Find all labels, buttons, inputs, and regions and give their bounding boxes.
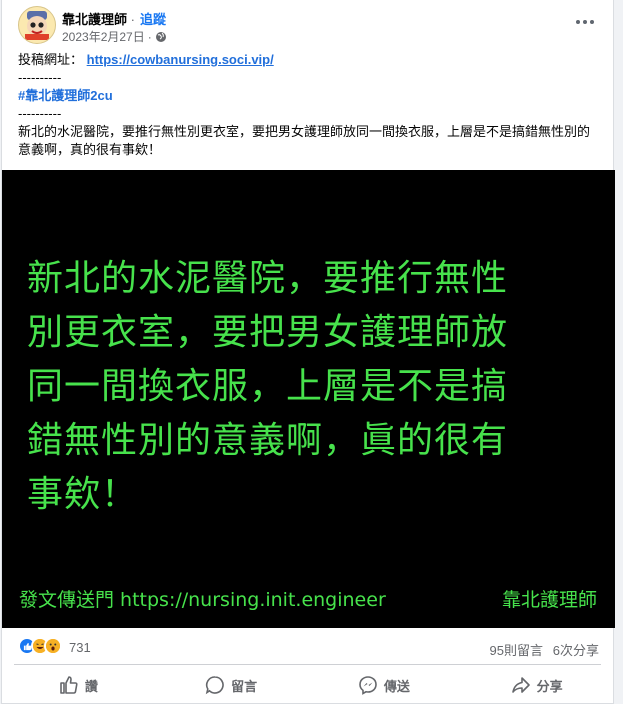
separator-dot: ·	[130, 12, 135, 27]
image-text-line: 錯無性別的意義啊，眞的很有	[27, 420, 509, 461]
send-label: 傳送	[383, 678, 410, 694]
more-dot-icon	[583, 20, 587, 24]
image-text-line: 事欸！	[27, 474, 139, 515]
post-meta: 2023年2月27日 ·	[62, 28, 167, 45]
send-button[interactable]: 傳送	[308, 666, 461, 704]
like-button[interactable]: 讚	[2, 666, 155, 704]
hashtag-link[interactable]: #靠北護理師2cu	[18, 87, 598, 105]
more-dot-icon	[576, 20, 580, 24]
follow-button[interactable]: 追蹤	[140, 9, 166, 28]
more-dot-icon	[590, 20, 594, 24]
share-label: 分享	[536, 678, 563, 694]
image-text: 新北的水泥醫院，要推行無性 別更衣室，要把男女護理師放 同一間換衣服，上層是不是…	[27, 252, 567, 522]
messenger-icon	[359, 676, 377, 695]
reaction-icons[interactable]	[18, 637, 62, 655]
post-card: 靠北護理師 · 追蹤 2023年2月27日 · 投稿網址： https://co…	[1, 0, 615, 704]
post-date[interactable]: 2023年2月27日	[62, 28, 145, 45]
share-count[interactable]: 6次分享	[553, 640, 599, 659]
image-footer-brand: 靠北護理師	[501, 589, 597, 611]
share-arrow-icon	[511, 677, 530, 693]
post-header: 靠北護理師 · 追蹤 2023年2月27日 ·	[2, 0, 613, 50]
actions-divider	[14, 664, 601, 665]
globe-icon	[155, 31, 166, 42]
page-avatar[interactable]	[18, 6, 56, 44]
like-label: 讚	[84, 678, 98, 694]
comment-icon	[205, 676, 224, 695]
image-text-line: 別更衣室，要把男女護理師放	[27, 312, 509, 353]
image-footer-link: 發文傳送門 https://nursing.init.engineer	[19, 589, 386, 611]
comment-count[interactable]: 95則留言	[490, 640, 543, 659]
submit-url-link[interactable]: https://cowbanursing.soci.vip/	[87, 52, 274, 67]
submit-line: 投稿網址： https://cowbanursing.soci.vip/	[18, 51, 598, 69]
wow-icon	[44, 637, 62, 655]
thumbs-up-icon	[60, 676, 78, 694]
post-stats: 731 95則留言 6次分享	[2, 634, 613, 660]
share-button[interactable]: 分享	[460, 666, 613, 704]
post-image[interactable]: 新北的水泥醫院，要推行無性 別更衣室，要把男女護理師放 同一間換衣服，上層是不是…	[2, 170, 615, 628]
post-body: 投稿網址： https://cowbanursing.soci.vip/ ---…	[18, 51, 598, 159]
image-text-line: 同一間換衣服，上層是不是搞	[27, 366, 509, 407]
page-name-link[interactable]: 靠北護理師	[62, 12, 127, 27]
more-options-button[interactable]	[573, 12, 597, 32]
divider-dashes: ----------	[18, 106, 62, 121]
divider-dashes: ----------	[18, 70, 62, 85]
meta-separator: ·	[147, 29, 152, 44]
nurse-cow-icon	[25, 11, 49, 40]
post-content: 新北的水泥醫院，要推行無性別更衣室，要把男女護理師放同一間換衣服，上層是不是搞錯…	[18, 124, 591, 157]
post-actions: 讚 留言 傳送 分享	[2, 666, 613, 704]
submit-label: 投稿網址：	[18, 52, 84, 67]
reaction-count[interactable]: 731	[69, 640, 91, 655]
image-text-line: 新北的水泥醫院，要推行無性	[27, 258, 509, 299]
comment-label: 留言	[231, 678, 258, 694]
comment-button[interactable]: 留言	[155, 666, 308, 704]
